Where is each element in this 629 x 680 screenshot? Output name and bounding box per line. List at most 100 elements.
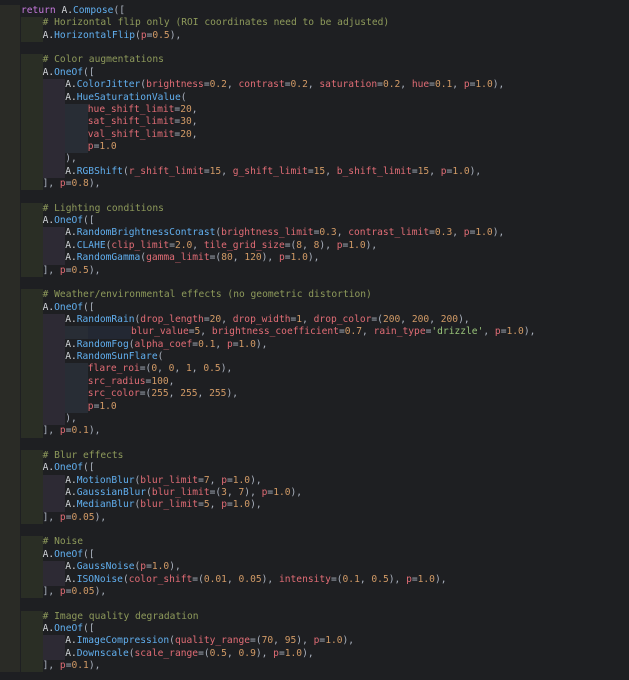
code-line[interactable]: ], p=0.05), bbox=[0, 585, 629, 599]
code-token: A. bbox=[61, 5, 73, 16]
code-token: 0.5 bbox=[71, 264, 89, 276]
code-line[interactable]: A.OneOf([ bbox=[0, 462, 629, 475]
code-line[interactable]: # Image quality degradation bbox=[0, 610, 629, 623]
code-line[interactable]: A.MedianBlur(blur_limit=5, p=1.0), bbox=[0, 499, 629, 512]
code-line[interactable] bbox=[0, 524, 629, 537]
code-token: 'drizzle' bbox=[431, 326, 484, 338]
code-content: src_color=(255, 255, 255), bbox=[21, 388, 629, 401]
code-token: ), bbox=[169, 29, 182, 41]
code-token: 0.2 bbox=[382, 79, 401, 91]
code-token: 70 bbox=[261, 635, 274, 647]
code-token: ], bbox=[42, 425, 60, 437]
code-token: ), bbox=[65, 153, 77, 165]
code-line[interactable]: # Lighting conditions bbox=[0, 202, 629, 216]
code-token: , bbox=[221, 165, 233, 177]
code-line[interactable]: sat_shift_limit=30, bbox=[0, 116, 629, 129]
code-token: 0.2 bbox=[209, 79, 227, 91]
indent-guide bbox=[21, 91, 43, 104]
code-line[interactable]: A.RandomFog(alpha_coef=0.1, p=1.0), bbox=[0, 338, 629, 352]
code-token: A. bbox=[42, 66, 55, 78]
code-token: ), bbox=[261, 252, 279, 264]
code-line[interactable]: ), bbox=[0, 153, 629, 166]
code-content: ], p=0.1), bbox=[21, 425, 629, 438]
code-line[interactable]: A.ColorJitter(brightness=0.2, contrast=0… bbox=[0, 79, 629, 92]
code-line[interactable]: A.HorizontalFlip(p=0.5), bbox=[0, 29, 629, 43]
code-content: A.MedianBlur(blur_limit=5, p=1.0), bbox=[21, 499, 629, 512]
code-line[interactable]: ], p=0.1), bbox=[0, 660, 629, 673]
code-line[interactable]: ], p=0.1), bbox=[0, 425, 629, 438]
code-line[interactable]: A.ImageCompression(quality_range=(70, 95… bbox=[0, 635, 629, 648]
code-line[interactable]: ], p=0.8), bbox=[0, 178, 629, 191]
code-line[interactable]: A.OneOf([ bbox=[0, 548, 629, 562]
line-gutter bbox=[0, 202, 20, 216]
code-line[interactable]: A.HueSaturationValue( bbox=[0, 91, 629, 104]
code-line[interactable]: A.RandomGamma(gamma_limit=(80, 120), p=1… bbox=[0, 252, 629, 265]
line-gutter bbox=[0, 487, 20, 500]
indent-guide bbox=[21, 66, 43, 80]
code-line[interactable]: hue_shift_limit=20, bbox=[0, 103, 629, 117]
indent-guide bbox=[21, 499, 43, 512]
code-line[interactable]: # Color augmentations bbox=[0, 54, 629, 67]
code-token: ), bbox=[365, 239, 378, 251]
code-line[interactable] bbox=[0, 598, 629, 611]
code-token: ), bbox=[88, 660, 101, 672]
code-line[interactable]: A.ISONoise(color_shift=(0.01, 0.05), int… bbox=[0, 573, 629, 586]
code-line[interactable]: A.OneOf([ bbox=[0, 66, 629, 80]
code-line[interactable]: p=1.0 bbox=[0, 400, 629, 413]
code-content: ], p=0.5), bbox=[21, 264, 629, 277]
code-line[interactable] bbox=[0, 190, 629, 203]
code-content: A.RandomBrightnessContrast(brightness_li… bbox=[21, 227, 629, 240]
code-line[interactable]: flare_roi=(0, 0, 1, 0.5), bbox=[0, 363, 629, 376]
code-token: , bbox=[359, 573, 372, 585]
indent-guide bbox=[21, 326, 43, 339]
code-line[interactable]: # Weather/environmental effects (no geom… bbox=[0, 289, 629, 302]
code-token: src_color bbox=[87, 388, 140, 400]
code-line[interactable]: src_color=(255, 255, 255), bbox=[0, 388, 629, 401]
code-line[interactable]: A.Downscale(scale_range=(0.5, 0.9), p=1.… bbox=[0, 647, 629, 661]
code-token: A. bbox=[42, 29, 55, 41]
code-line[interactable]: ], p=0.05), bbox=[0, 511, 629, 525]
code-line[interactable]: A.RandomSunFlare( bbox=[0, 351, 629, 364]
code-line[interactable]: A.GaussNoise(p=1.0), bbox=[0, 561, 629, 574]
line-gutter bbox=[0, 5, 20, 18]
indent-guide bbox=[42, 487, 66, 500]
code-token: , bbox=[226, 573, 239, 585]
code-token: saturation bbox=[319, 79, 378, 91]
code-token: A. bbox=[65, 474, 77, 486]
code-line[interactable]: A.RandomRain(drop_length=20, drop_width=… bbox=[0, 313, 629, 327]
code-line[interactable]: blur_value=5, brightness_coefficient=0.7… bbox=[0, 326, 629, 339]
code-line[interactable]: return A.Compose([ bbox=[0, 5, 629, 18]
code-token: 255 bbox=[151, 388, 169, 400]
indent-guide bbox=[65, 128, 88, 141]
code-token: ), bbox=[458, 313, 470, 325]
code-line[interactable]: # Noise bbox=[0, 536, 629, 549]
indent-guide bbox=[65, 140, 88, 154]
code-line[interactable] bbox=[0, 42, 629, 55]
code-token: ([ bbox=[83, 215, 95, 227]
code-token: # Weather/environmental effects (no geom… bbox=[42, 289, 372, 301]
code-line[interactable]: A.RandomBrightnessContrast(brightness_li… bbox=[0, 227, 629, 240]
code-line[interactable]: A.OneOf([ bbox=[0, 215, 629, 228]
code-token: blur_value bbox=[130, 326, 189, 338]
code-content: ), bbox=[21, 153, 629, 166]
code-line[interactable]: A.GaussianBlur(blur_limit=(3, 7), p=1.0)… bbox=[0, 487, 629, 500]
code-line[interactable]: val_shift_limit=20, bbox=[0, 128, 629, 141]
code-line[interactable]: A.CLAHE(clip_limit=2.0, tile_grid_size=(… bbox=[0, 239, 629, 253]
code-line[interactable]: # Blur effects bbox=[0, 449, 629, 463]
code-line[interactable]: A.MotionBlur(blur_limit=7, p=1.0), bbox=[0, 474, 629, 488]
code-line[interactable]: ], p=0.5), bbox=[0, 264, 629, 277]
code-token: MedianBlur bbox=[76, 499, 135, 511]
code-editor[interactable]: return A.Compose([# Horizontal flip only… bbox=[0, 0, 629, 680]
code-content bbox=[21, 277, 629, 289]
code-line[interactable]: A.RGBShift(r_shift_limit=15, g_shift_lim… bbox=[0, 165, 629, 179]
code-line[interactable]: A.OneOf([ bbox=[0, 622, 629, 636]
code-line[interactable]: p=1.0 bbox=[0, 140, 629, 154]
code-token: g_shift_limit bbox=[232, 165, 308, 177]
code-line[interactable] bbox=[0, 276, 629, 290]
code-line[interactable] bbox=[0, 437, 629, 450]
code-token: ), bbox=[388, 573, 407, 585]
code-line[interactable]: A.OneOf([ bbox=[0, 301, 629, 314]
code-line[interactable]: ), bbox=[0, 412, 629, 426]
code-line[interactable]: # Horizontal flip only (ROI coordinates … bbox=[0, 17, 629, 30]
code-line[interactable]: src_radius=100, bbox=[0, 375, 629, 389]
